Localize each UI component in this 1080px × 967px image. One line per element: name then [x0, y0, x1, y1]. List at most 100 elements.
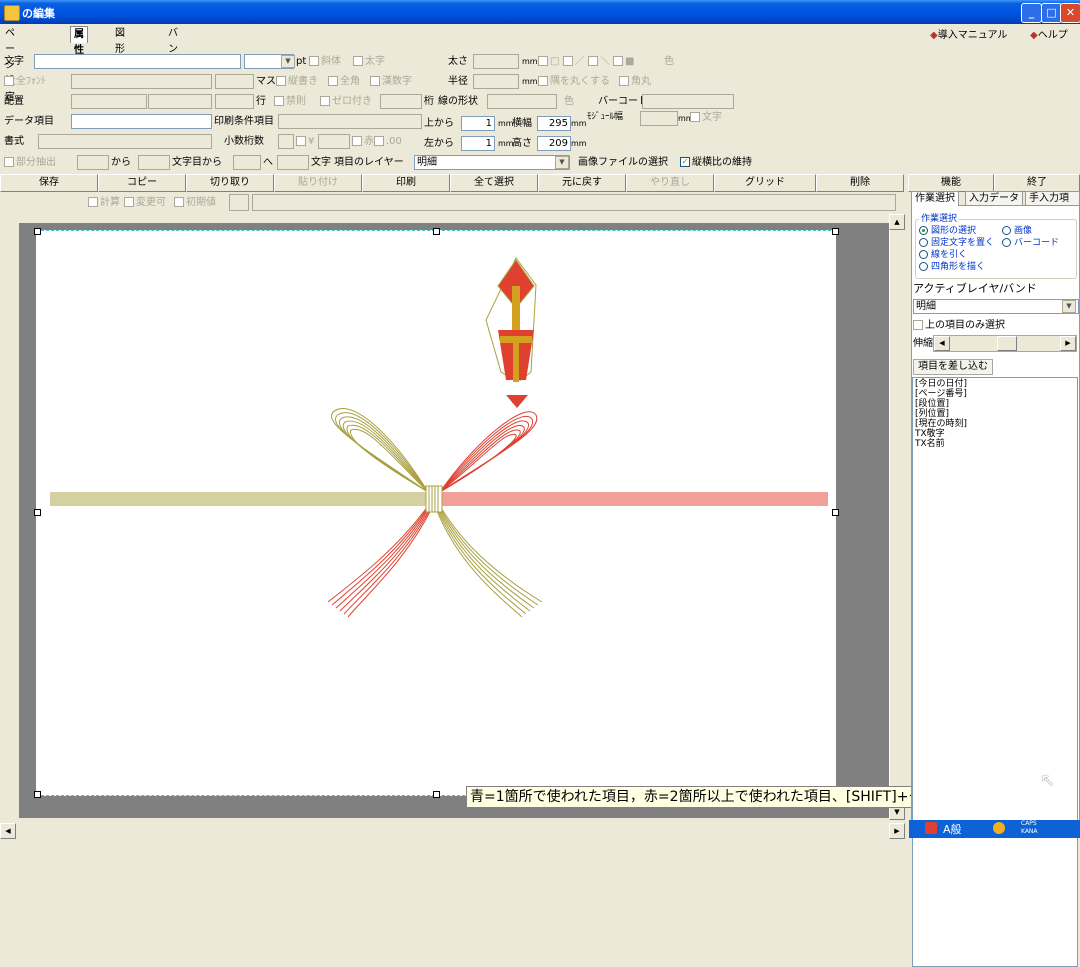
close-button[interactable]: ✕	[1060, 3, 1080, 23]
slider-thumb[interactable]	[997, 336, 1017, 351]
color-button[interactable]: 色	[664, 55, 674, 68]
minimize-button[interactable]: _	[1021, 3, 1042, 23]
ime-mode[interactable]: A般	[943, 823, 962, 836]
resize-handle[interactable]	[832, 509, 839, 516]
masu-combo[interactable]	[215, 74, 254, 89]
function-button[interactable]: 機能	[908, 174, 994, 192]
yen-check[interactable]: ¥	[296, 135, 314, 148]
list-item[interactable]: TX敬字	[913, 429, 1077, 439]
copy-button[interactable]: コピー	[98, 174, 186, 192]
line-color-button[interactable]: 色	[564, 95, 574, 108]
partial-extract-check[interactable]: 部分抽出	[4, 156, 56, 169]
formula-input[interactable]	[252, 194, 896, 211]
tab-manual-items[interactable]: 手入力項目	[1025, 191, 1080, 218]
yen-combo[interactable]	[318, 134, 350, 149]
print-button[interactable]: 印刷	[362, 174, 450, 192]
resize-handle[interactable]	[433, 228, 440, 235]
partial-to-combo[interactable]	[233, 155, 261, 170]
barcode-combo[interactable]	[642, 94, 734, 109]
chevron-down-icon[interactable]: ▼	[281, 55, 295, 68]
resize-handle[interactable]	[832, 228, 839, 235]
ime-tool-icon[interactable]	[993, 822, 1005, 834]
tab-attributes[interactable]: 属性	[70, 26, 88, 56]
list-item[interactable]: [段位置]	[913, 399, 1077, 409]
slider-left-icon[interactable]: ◀	[934, 336, 950, 351]
select-all-button[interactable]: 全て選択	[450, 174, 538, 192]
noshi-mizuhiki-graphic[interactable]	[36, 230, 836, 796]
help-link[interactable]: ◆ヘルプ	[1030, 29, 1068, 42]
dot00-check[interactable]: .00	[374, 135, 402, 148]
print-condition-combo[interactable]	[278, 114, 422, 129]
digits-combo[interactable]	[380, 94, 422, 109]
undo-button[interactable]: 元に戻す	[538, 174, 626, 192]
upper-only-check[interactable]: 上の項目のみ選択	[913, 319, 1005, 332]
kadomaru-check[interactable]: 角丸	[619, 75, 651, 88]
partial-start-combo[interactable]	[138, 155, 170, 170]
tab-page-settings[interactable]: ページ設定	[2, 26, 18, 103]
resize-handle[interactable]	[34, 228, 41, 235]
maximize-button[interactable]: □	[1041, 3, 1062, 23]
italic-check[interactable]: 斜体	[309, 55, 341, 68]
barcode-text-check[interactable]: 文字	[690, 111, 722, 124]
bold-check[interactable]: 太字	[353, 55, 385, 68]
line-combo[interactable]	[215, 94, 254, 109]
format-combo[interactable]	[38, 134, 212, 149]
select-image-button[interactable]: 画像ファイルの選択	[578, 156, 668, 169]
editable-check[interactable]: 変更可	[124, 196, 166, 209]
scroll-up-icon[interactable]: ▲	[889, 214, 905, 230]
canvas-vertical-scrollbar[interactable]	[889, 213, 906, 818]
line-shape-combo[interactable]	[487, 94, 557, 109]
decimals-combo[interactable]	[278, 134, 294, 149]
moji-field[interactable]	[34, 54, 241, 69]
canvas-horizontal-scrollbar[interactable]	[0, 822, 905, 838]
fullwidth-check[interactable]: 全角	[328, 75, 360, 88]
data-item-combo[interactable]	[71, 114, 212, 129]
font-combo[interactable]	[71, 74, 212, 89]
chevron-down-icon[interactable]: ▼	[555, 156, 569, 169]
partial-end-combo[interactable]	[277, 155, 309, 170]
grid-button[interactable]: グリッド	[714, 174, 816, 192]
paste-button[interactable]: 貼り付け	[274, 174, 362, 192]
red-check[interactable]: 赤	[352, 135, 374, 148]
zero-check[interactable]: ゼロ付き	[320, 95, 372, 108]
kansuji-check[interactable]: 漢数字	[370, 75, 412, 88]
insert-item-button[interactable]: 項目を差し込む	[913, 359, 993, 375]
tab-shape-list[interactable]: 図形一覧	[112, 26, 128, 87]
from-left-input[interactable]: 1	[461, 136, 495, 151]
allfont-check[interactable]: 全ﾌｫﾝﾄ	[4, 75, 46, 88]
round-corner-check[interactable]: 隅を丸くする	[538, 75, 610, 88]
cut-button[interactable]: 切り取り	[186, 174, 274, 192]
redo-button[interactable]: やり直し	[626, 174, 714, 192]
line-style-options[interactable]: □ ／ ＼ ■	[538, 55, 634, 68]
kinsoku-check[interactable]: 禁則	[274, 95, 306, 108]
initial-value-check[interactable]: 初期値	[174, 196, 216, 209]
radius-combo[interactable]	[473, 74, 519, 89]
save-button[interactable]: 保存	[0, 174, 98, 192]
resize-handle[interactable]	[34, 791, 41, 798]
radio-barcode[interactable]: バーコード	[1002, 237, 1059, 250]
list-item[interactable]: [現在の時刻]	[913, 419, 1077, 429]
ime-icon[interactable]	[925, 822, 937, 834]
module-width-input[interactable]	[640, 111, 678, 126]
layer-combo[interactable]: 明細	[414, 155, 570, 170]
chevron-down-icon[interactable]: ▼	[1062, 300, 1076, 313]
confirm-check-button[interactable]	[229, 194, 249, 211]
align-combo-2[interactable]	[148, 94, 212, 109]
resize-handle[interactable]	[433, 791, 440, 798]
slider-right-icon[interactable]: ▶	[1060, 336, 1076, 351]
thickness-combo[interactable]	[473, 54, 519, 69]
active-layer-combo[interactable]: 明細	[913, 299, 1079, 314]
align-combo-1[interactable]	[71, 94, 147, 109]
list-item[interactable]: [今日の日付]	[913, 378, 1077, 389]
radio-draw-rect[interactable]: 四角形を描く	[919, 261, 985, 274]
keep-aspect-check[interactable]: 縦横比の維持	[680, 156, 752, 169]
field-list[interactable]: [今日の日付] [ページ番号] [段位置] [列位置] [現在の時刻] TX敬字…	[912, 377, 1078, 967]
manual-link[interactable]: ◆導入マニュアル	[930, 29, 1007, 42]
resize-handle[interactable]	[34, 509, 41, 516]
from-top-input[interactable]: 1	[461, 116, 495, 131]
list-item[interactable]: TX名前	[913, 439, 1077, 449]
width-input[interactable]: 295	[537, 116, 571, 131]
height-input[interactable]: 209	[537, 136, 571, 151]
list-item[interactable]: [ページ番号]	[913, 389, 1077, 399]
list-item[interactable]: [列位置]	[913, 409, 1077, 419]
